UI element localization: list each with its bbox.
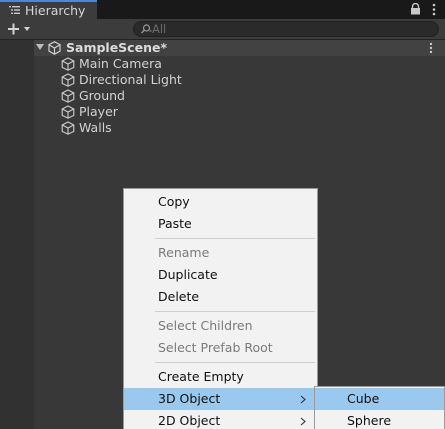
menu-item-duplicate[interactable]: Duplicate bbox=[124, 264, 317, 286]
menu-item-label: Rename bbox=[158, 245, 210, 260]
unity-scene-icon bbox=[48, 41, 61, 55]
list-icon bbox=[9, 6, 20, 14]
hierarchy-item[interactable]: Ground bbox=[34, 88, 445, 104]
submenu-item-label: Cube bbox=[347, 391, 380, 406]
hierarchy-item-label: Walls bbox=[79, 120, 112, 135]
menu-item-label: Create Empty bbox=[158, 369, 244, 384]
search-input[interactable] bbox=[152, 22, 422, 36]
menu-item-label: 3D Object bbox=[158, 391, 221, 406]
menu-item-create-empty[interactable]: Create Empty bbox=[124, 366, 317, 388]
tab-title: Hierarchy bbox=[25, 3, 86, 18]
menu-separator bbox=[155, 238, 315, 239]
plus-dropdown-icon[interactable] bbox=[4, 21, 34, 37]
scene-name: SampleScene* bbox=[66, 40, 167, 55]
hierarchy-toolbar bbox=[0, 19, 445, 40]
hierarchy-item-label: Player bbox=[79, 104, 118, 119]
submenu-item-cube[interactable]: Cube bbox=[315, 388, 444, 410]
scene-row[interactable]: SampleScene* bbox=[34, 40, 445, 56]
menu-item-paste[interactable]: Paste bbox=[124, 213, 317, 235]
menu-item-copy[interactable]: Copy bbox=[124, 191, 317, 213]
search-field[interactable] bbox=[133, 21, 439, 37]
menu-item-rename: Rename bbox=[124, 242, 317, 264]
gameobject-cube-icon bbox=[61, 57, 75, 71]
menu-item-3d-object[interactable]: 3D Object bbox=[124, 388, 317, 410]
menu-item-label: Paste bbox=[158, 216, 192, 231]
menu-item-delete[interactable]: Delete bbox=[124, 286, 317, 308]
menu-item-select-prefab-root: Select Prefab Root bbox=[124, 337, 317, 359]
menu-item-label: Select Prefab Root bbox=[158, 340, 273, 355]
hierarchy-item-label: Directional Light bbox=[79, 72, 182, 87]
hierarchy-gutter bbox=[0, 40, 34, 429]
hierarchy-item-label: Ground bbox=[79, 88, 125, 103]
submenu-3d-object: Cube Sphere bbox=[314, 386, 445, 429]
gameobject-cube-icon bbox=[61, 105, 75, 119]
search-icon bbox=[141, 24, 152, 34]
kebab-menu-icon[interactable] bbox=[429, 42, 433, 54]
hierarchy-item-label: Main Camera bbox=[79, 56, 162, 71]
hierarchy-item[interactable]: Directional Light bbox=[34, 72, 445, 88]
gameobject-cube-icon bbox=[61, 73, 75, 87]
context-menu: Copy Paste Rename Duplicate Delete Selec… bbox=[123, 188, 318, 429]
menu-item-label: 2D Object bbox=[158, 413, 221, 428]
gameobject-cube-icon bbox=[61, 121, 75, 135]
kebab-menu-icon[interactable] bbox=[432, 3, 436, 16]
menu-item-2d-object[interactable]: 2D Object bbox=[124, 410, 317, 429]
menu-item-label: Delete bbox=[158, 289, 200, 304]
submenu-item-label: Sphere bbox=[347, 413, 392, 428]
menu-item-label: Duplicate bbox=[158, 267, 218, 282]
menu-item-label: Copy bbox=[158, 194, 190, 209]
submenu-item-sphere[interactable]: Sphere bbox=[315, 410, 444, 429]
expand-arrow-icon[interactable] bbox=[36, 44, 44, 51]
hierarchy-item[interactable]: Player bbox=[34, 104, 445, 120]
menu-item-label: Select Children bbox=[158, 318, 253, 333]
hierarchy-window: Hierarchy All SampleScene* Main Camera D… bbox=[0, 0, 445, 429]
hierarchy-item[interactable]: Main Camera bbox=[34, 56, 445, 72]
gameobject-cube-icon bbox=[61, 89, 75, 103]
tab-hierarchy[interactable]: Hierarchy bbox=[0, 0, 97, 19]
chevron-right-icon bbox=[300, 395, 306, 404]
tab-strip: Hierarchy bbox=[0, 0, 445, 19]
menu-item-select-children: Select Children bbox=[124, 315, 317, 337]
chevron-right-icon bbox=[300, 417, 306, 426]
hierarchy-item[interactable]: Walls bbox=[34, 120, 445, 136]
menu-separator bbox=[155, 311, 315, 312]
lock-icon[interactable] bbox=[410, 3, 421, 15]
menu-separator bbox=[155, 362, 315, 363]
